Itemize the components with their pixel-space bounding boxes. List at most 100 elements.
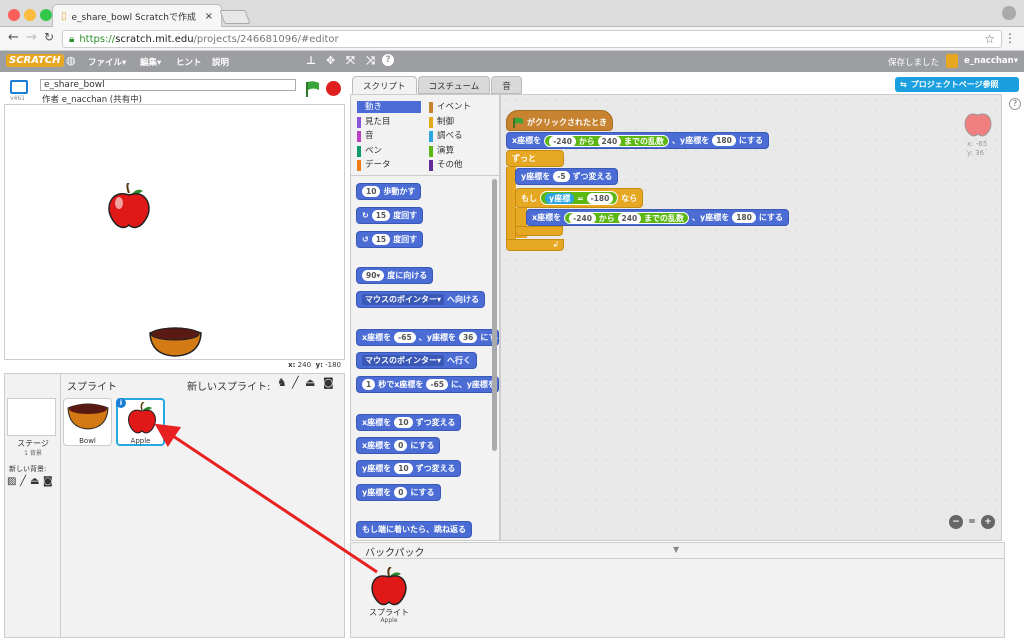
block-turn-left[interactable]: ↺ 15 度回す bbox=[356, 231, 424, 248]
menu-about[interactable]: 説明 bbox=[212, 56, 229, 68]
category-looks[interactable]: 見た目 bbox=[357, 116, 391, 128]
delete-tool-icon[interactable]: ✥ bbox=[326, 54, 335, 67]
sprite-thumb-bowl[interactable]: Bowl bbox=[63, 398, 112, 446]
category-sensing[interactable]: 調べる bbox=[429, 130, 463, 142]
maximize-window-button[interactable] bbox=[40, 9, 52, 21]
block-goto-random[interactable]: x座標を -240 から 240 までの乱数 、y座標を 180 にする bbox=[506, 132, 769, 149]
block-input[interactable]: 10 bbox=[394, 417, 413, 428]
block-input[interactable]: 180 bbox=[732, 212, 756, 223]
browser-tab[interactable]: ▯ e_share_bowl Scratchで作成 × bbox=[52, 4, 222, 27]
block-input[interactable]: 15 bbox=[371, 234, 391, 245]
zoom-in-button[interactable]: + bbox=[981, 515, 995, 529]
scratch-logo[interactable]: SCRATCH bbox=[6, 54, 64, 67]
block-goto-xy[interactable]: x座標を-65、y座標を36にする bbox=[356, 329, 499, 346]
block-input[interactable]: 36 bbox=[458, 332, 478, 343]
choose-sprite-icon[interactable]: ♞ bbox=[277, 376, 287, 389]
block-input[interactable]: 90▾ bbox=[362, 270, 385, 281]
block-if[interactable]: もし y座標 = -180 なら bbox=[515, 188, 644, 208]
tab-sounds[interactable]: 音 bbox=[491, 76, 522, 94]
user-avatar[interactable] bbox=[946, 54, 958, 68]
block-glide[interactable]: 1 秒でx座標を -65 に、y座標を bbox=[356, 376, 499, 393]
block-input[interactable]: 15 bbox=[371, 210, 391, 221]
bowl-sprite[interactable] bbox=[148, 325, 203, 357]
block-when-flag-clicked[interactable]: がクリックされたとき bbox=[506, 110, 613, 131]
block-forever[interactable]: ずっと bbox=[506, 150, 564, 167]
back-icon[interactable]: ← bbox=[8, 30, 19, 45]
category-events[interactable]: イベント bbox=[429, 101, 471, 113]
zoom-out-button[interactable]: − bbox=[949, 515, 963, 529]
camera-backdrop-icon[interactable]: ◙ bbox=[43, 476, 53, 487]
backpack-collapse-icon[interactable]: ▼ bbox=[673, 545, 679, 554]
bookmark-star-icon[interactable]: ☆ bbox=[984, 32, 995, 46]
paint-sprite-icon[interactable]: ╱ bbox=[292, 376, 299, 389]
minimize-window-button[interactable] bbox=[24, 9, 36, 21]
category-sound[interactable]: 音 bbox=[357, 130, 374, 142]
block-goto[interactable]: マウスのポインター▾ へ行く bbox=[356, 352, 478, 369]
block-goto-random-inner[interactable]: x座標を -240 から 240 までの乱数 、y座標を 180 にする bbox=[526, 209, 789, 226]
block-point-towards[interactable]: マウスのポインター▾ へ向ける bbox=[356, 291, 486, 308]
block-input[interactable]: -240 bbox=[569, 212, 596, 224]
palette-scrollbar[interactable] bbox=[492, 179, 497, 451]
block-input[interactable]: 10 bbox=[362, 186, 381, 197]
category-operators[interactable]: 演算 bbox=[429, 145, 454, 157]
block-input[interactable]: 10 bbox=[394, 463, 413, 474]
stage-thumbnail[interactable] bbox=[7, 398, 56, 436]
block-input[interactable]: -65 bbox=[426, 379, 448, 390]
stop-icon[interactable] bbox=[326, 81, 341, 96]
upload-sprite-icon[interactable]: ⏏ bbox=[305, 376, 315, 389]
block-input[interactable]: -5 bbox=[553, 171, 570, 182]
block-reporter[interactable]: y座標 bbox=[545, 193, 575, 204]
block-input[interactable]: -240 bbox=[549, 135, 576, 147]
category-data[interactable]: データ bbox=[357, 159, 391, 171]
browser-menu-icon[interactable]: ⋮ bbox=[1004, 31, 1016, 45]
upload-backdrop-icon[interactable]: ⏏ bbox=[30, 476, 39, 487]
see-project-page-button[interactable]: ⇆ プロジェクトページ参照 bbox=[895, 77, 1019, 92]
shrink-tool-icon[interactable]: ⤨ bbox=[366, 54, 375, 68]
user-menu[interactable]: e_nacchan▾ bbox=[964, 56, 1018, 66]
block-input[interactable]: -180 bbox=[586, 193, 614, 204]
stage-canvas[interactable] bbox=[4, 104, 345, 360]
paint-backdrop-icon[interactable]: ╱ bbox=[20, 476, 26, 487]
block-move-steps[interactable]: 10 歩動かす bbox=[356, 183, 422, 200]
block-input[interactable]: 0 bbox=[394, 440, 408, 451]
block-dropdown[interactable]: マウスのポインター▾ bbox=[362, 355, 445, 366]
help-tool-icon[interactable]: ? bbox=[382, 54, 394, 66]
reload-icon[interactable]: ↻ bbox=[44, 30, 54, 44]
menu-edit[interactable]: 編集▾ bbox=[140, 56, 161, 68]
url-field[interactable]: 🔒︎ https://scratch.mit.edu/projects/2466… bbox=[62, 30, 1002, 48]
zoom-reset-button[interactable]: = bbox=[965, 515, 979, 529]
help-icon[interactable]: ? bbox=[1009, 98, 1021, 110]
info-icon[interactable]: i bbox=[116, 398, 126, 408]
block-input[interactable]: 240 bbox=[597, 135, 622, 147]
apple-sprite[interactable] bbox=[105, 183, 153, 231]
block-point-direction[interactable]: 90▾ 度に向ける bbox=[356, 267, 434, 284]
category-motion[interactable]: 動き bbox=[357, 101, 421, 113]
menu-tips[interactable]: ヒント bbox=[176, 56, 202, 68]
block-input[interactable]: 240 bbox=[617, 212, 642, 224]
forward-icon[interactable]: → bbox=[26, 30, 37, 45]
block-input[interactable]: -65 bbox=[394, 332, 416, 343]
script-area[interactable]: がクリックされたとき x座標を -240 から 240 までの乱数 、y座標を 180… bbox=[500, 94, 1002, 541]
tab-close-icon[interactable]: × bbox=[205, 11, 213, 22]
block-dropdown[interactable]: マウスのポインター▾ bbox=[362, 294, 445, 305]
tab-costumes[interactable]: コスチューム bbox=[417, 76, 491, 94]
tab-scripts[interactable]: スクリプト bbox=[352, 76, 417, 94]
block-turn-right[interactable]: ↻ 15 度回す bbox=[356, 207, 424, 224]
project-title-input[interactable]: e_share_bowl bbox=[40, 79, 296, 91]
profile-icon[interactable] bbox=[1002, 6, 1016, 20]
grow-tool-icon[interactable]: ⤧ bbox=[346, 54, 355, 68]
block-input[interactable]: 1 bbox=[362, 379, 376, 390]
fullscreen-icon[interactable] bbox=[10, 80, 28, 94]
new-tab-button[interactable] bbox=[219, 10, 251, 24]
block-change-y-by[interactable]: y座標を -5 ずつ変える bbox=[515, 168, 619, 185]
block-input[interactable]: 0 bbox=[394, 487, 408, 498]
category-control[interactable]: 制御 bbox=[429, 116, 454, 128]
category-more[interactable]: その他 bbox=[429, 159, 463, 171]
choose-backdrop-icon[interactable]: ▨ bbox=[7, 476, 16, 487]
green-flag-icon[interactable] bbox=[304, 80, 320, 98]
category-pen[interactable]: ペン bbox=[357, 145, 382, 157]
duplicate-tool-icon[interactable]: ⊥ bbox=[306, 54, 316, 67]
block-input[interactable]: 180 bbox=[712, 135, 736, 146]
menu-file[interactable]: ファイル▾ bbox=[88, 56, 126, 68]
camera-sprite-icon[interactable]: ◙ bbox=[323, 376, 334, 389]
